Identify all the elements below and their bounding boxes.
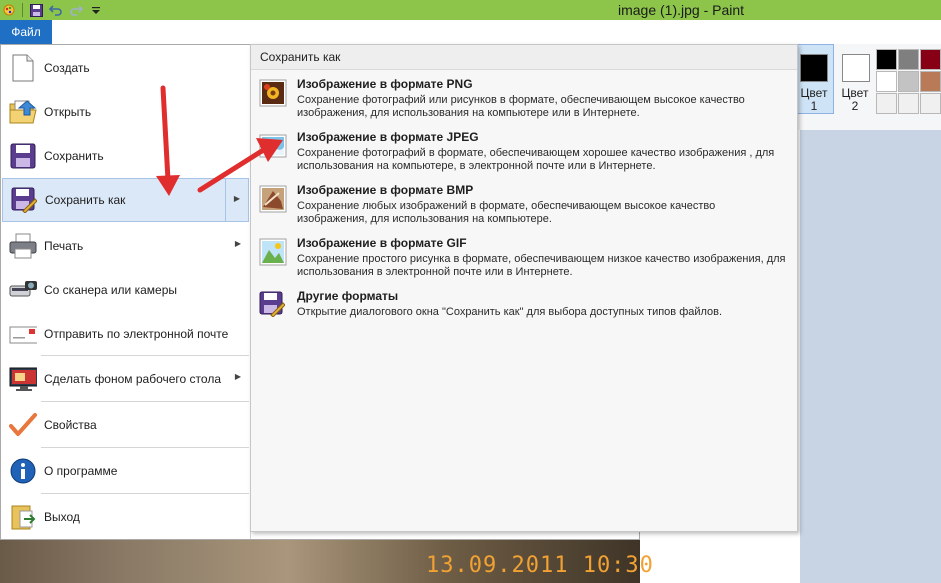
format-description: Сохранение простого рисунка в формате, о… xyxy=(297,253,786,278)
format-title: Изображение в формате BMP xyxy=(297,183,474,197)
printer-icon xyxy=(9,230,37,262)
menu-item-label: Создать xyxy=(44,61,90,75)
submenu-arrow-icon[interactable]: ▶ xyxy=(235,372,241,381)
save-as-jpeg[interactable]: Изображение в формате JPEG Сохранение фо… xyxy=(251,130,797,178)
scanner-icon xyxy=(9,274,37,306)
jpeg-icon xyxy=(259,132,287,160)
menu-separator xyxy=(41,493,249,494)
palette-color[interactable] xyxy=(898,93,919,114)
menu-item-label: Выход xyxy=(44,510,80,524)
format-description: Сохранение любых изображений в формате, … xyxy=(297,200,716,225)
menu-item-label: О программе xyxy=(44,464,118,478)
email-icon xyxy=(9,318,37,350)
palette-color[interactable] xyxy=(920,93,941,114)
file-tab[interactable]: Файл xyxy=(0,20,52,44)
save-icon xyxy=(9,140,37,172)
save-icon[interactable] xyxy=(29,3,43,17)
submenu-arrow-icon[interactable]: ▶ xyxy=(234,194,240,203)
checkmark-icon xyxy=(9,409,37,441)
ribbon-tab-bar xyxy=(0,20,640,45)
title-bar xyxy=(0,0,941,20)
palette-color[interactable] xyxy=(876,49,897,70)
save-as-png[interactable]: Изображение в формате PNG Сохранение фот… xyxy=(251,77,797,125)
format-description: Сохранение фотографий или рисунков в фор… xyxy=(297,94,745,119)
format-description: Сохранение фотографий в формате, обеспеч… xyxy=(297,147,775,172)
submenu-arrow-icon[interactable]: ▶ xyxy=(235,239,241,248)
menu-item-label: Со сканера или камеры xyxy=(44,283,177,297)
palette-color[interactable] xyxy=(920,49,941,70)
menu-item-label: Сохранить xyxy=(44,149,104,163)
png-icon xyxy=(259,79,287,107)
format-title: Изображение в формате GIF xyxy=(297,236,467,250)
format-title: Изображение в формате JPEG xyxy=(297,130,479,144)
toolbar-separator xyxy=(22,3,23,17)
color2-swatch[interactable] xyxy=(842,54,870,82)
customize-icon[interactable] xyxy=(89,3,103,17)
menu-separator xyxy=(41,447,249,448)
menu-item-open[interactable]: Открыть xyxy=(2,90,249,134)
palette-color[interactable] xyxy=(876,93,897,114)
other-formats-icon xyxy=(259,291,287,319)
exit-icon xyxy=(9,501,37,533)
paint-icon[interactable] xyxy=(2,3,16,17)
format-title: Изображение в формате PNG xyxy=(297,77,473,91)
save-as-bmp[interactable]: Изображение в формате BMP Сохранение люб… xyxy=(251,183,797,231)
open-folder-icon xyxy=(9,96,37,128)
bmp-icon xyxy=(259,185,287,213)
split-divider xyxy=(225,179,226,221)
file-menu-commands: Создать Открыть Сохранить Сохранить как … xyxy=(1,45,250,539)
menu-item-scanner[interactable]: Со сканера или камеры xyxy=(2,268,249,312)
save-as-submenu: Сохранить как Изображение в формате PNG … xyxy=(250,44,798,532)
menu-separator xyxy=(41,355,249,356)
redo-icon[interactable] xyxy=(69,3,83,17)
save-as-gif[interactable]: Изображение в формате GIF Сохранение про… xyxy=(251,236,797,284)
save-as-icon xyxy=(10,184,38,216)
photo-timestamp: 13.09.2011 10:30 xyxy=(426,553,654,578)
menu-separator xyxy=(41,401,249,402)
menu-item-label: Сделать фоном рабочего стола xyxy=(44,372,221,386)
palette-color[interactable] xyxy=(898,71,919,92)
info-icon xyxy=(9,455,37,487)
save-as-other-formats[interactable]: Другие форматы Открытие диалогового окна… xyxy=(251,289,797,325)
format-description: Открытие диалогового окна "Сохранить как… xyxy=(297,306,723,318)
menu-item-new[interactable]: Создать xyxy=(2,46,249,90)
submenu-title: Сохранить как xyxy=(260,50,341,64)
menu-item-label: Открыть xyxy=(44,105,92,119)
color1-swatch[interactable] xyxy=(800,54,828,82)
menu-item-save[interactable]: Сохранить xyxy=(2,134,249,178)
menu-item-label: Печать xyxy=(44,239,84,253)
menu-item-exit[interactable]: Выход xyxy=(2,495,249,539)
color1-label: Цвет 1 xyxy=(800,86,828,113)
menu-item-email[interactable]: Отправить по электронной почте xyxy=(2,312,249,356)
menu-item-properties[interactable]: Свойства xyxy=(2,403,249,447)
gif-icon xyxy=(259,238,287,266)
menu-item-print[interactable]: Печать ▶ xyxy=(2,224,249,268)
new-document-icon xyxy=(9,52,37,84)
menu-item-label: Отправить по электронной почте xyxy=(44,327,229,341)
format-title: Другие форматы xyxy=(297,289,399,303)
menu-item-label: Сохранить как xyxy=(45,193,126,207)
window-title: image (1).jpg - Paint xyxy=(618,2,745,18)
menu-item-set-wallpaper[interactable]: Сделать фоном рабочего стола ▶ xyxy=(2,357,249,401)
submenu-header: Сохранить как xyxy=(251,45,797,70)
color2-label: Цвет 2 xyxy=(841,86,869,113)
menu-item-save-as[interactable]: Сохранить как ▶ xyxy=(2,178,249,222)
quick-access-toolbar xyxy=(0,0,103,20)
desktop-icon xyxy=(9,363,37,395)
palette-color[interactable] xyxy=(876,71,897,92)
menu-item-about[interactable]: О программе xyxy=(2,449,249,493)
undo-icon[interactable] xyxy=(49,3,63,17)
palette-color[interactable] xyxy=(920,71,941,92)
palette-color[interactable] xyxy=(898,49,919,70)
menu-item-label: Свойства xyxy=(44,418,97,432)
